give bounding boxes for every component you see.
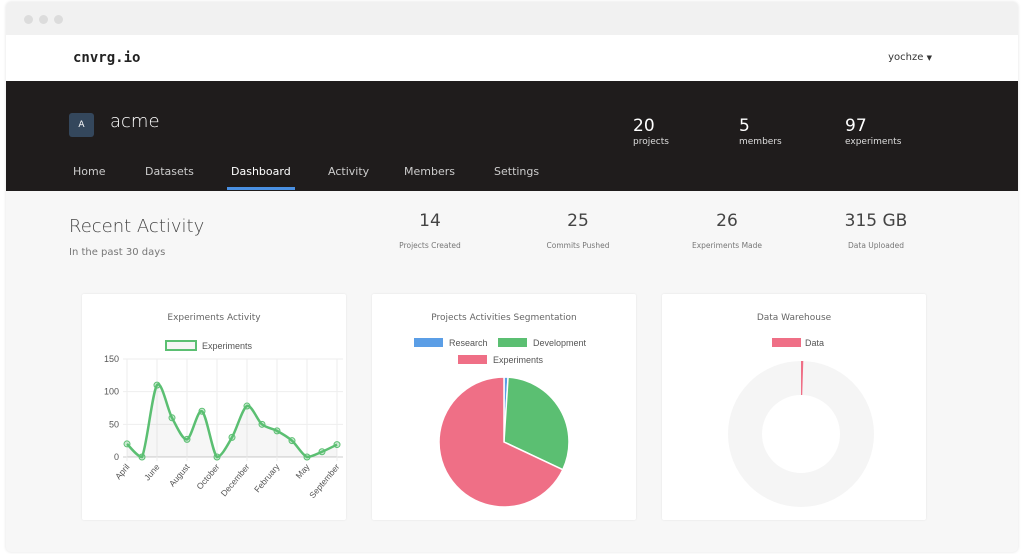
- y-tick-label: 100: [104, 387, 119, 397]
- data-point: [243, 402, 251, 410]
- stat-value: 25: [567, 211, 589, 231]
- doughnut-chart: Data: [728, 338, 874, 507]
- stat-label: projects: [633, 137, 669, 147]
- x-tick-label: October: [194, 462, 221, 492]
- title-bar: [6, 2, 1018, 35]
- legend-swatch: [498, 338, 527, 347]
- stat-label: experiments: [845, 137, 902, 147]
- window-maximize-button[interactable]: [54, 15, 63, 24]
- x-tick-label: April: [113, 462, 132, 482]
- user-menu[interactable]: yochze ▼: [888, 52, 932, 63]
- legend-label: Experiments: [202, 341, 253, 351]
- y-tick-label: 0: [114, 452, 119, 462]
- stat-value: 97: [845, 116, 867, 136]
- stat-experiments: 97 experiments: [845, 116, 901, 147]
- stat-label: Commits Pushed: [546, 241, 610, 250]
- legend-label: Experiments: [493, 355, 544, 365]
- x-tick-label: May: [294, 461, 312, 480]
- x-tick-label: August: [167, 461, 192, 488]
- legend-label: Data: [805, 338, 824, 348]
- browser-window: cnvrg.io yochze ▼ A acme 20 projects 5 mem…: [6, 2, 1018, 552]
- data-point: [198, 407, 206, 415]
- window-close-button[interactable]: [24, 15, 33, 24]
- caret-down-icon: ▼: [926, 54, 932, 62]
- data-point: [123, 440, 131, 448]
- data-point: [318, 448, 326, 456]
- legend-swatch: [458, 355, 487, 364]
- stat-label: Experiments Made: [691, 241, 763, 250]
- top-nav: cnvrg.io yochze ▼: [6, 35, 1018, 81]
- data-point: [273, 427, 281, 435]
- data-point: [183, 435, 191, 443]
- org-header: A acme 20 projects 5 members 97 experiments…: [6, 81, 1018, 191]
- stat-value: 26: [716, 211, 738, 231]
- window-minimize-button[interactable]: [39, 15, 48, 24]
- org-name: acme: [110, 111, 160, 132]
- data-point: [258, 420, 266, 428]
- legend-label: Development: [533, 338, 587, 348]
- logo[interactable]: cnvrg.io: [73, 50, 140, 66]
- tab-members[interactable]: Members: [404, 165, 455, 178]
- x-tick-label: December: [219, 462, 252, 499]
- data-point: [228, 433, 236, 441]
- tab-datasets[interactable]: Datasets: [145, 165, 194, 178]
- data-point: [213, 453, 221, 461]
- stat-label: members: [739, 137, 782, 147]
- stat-commits-pushed: 25 Commits Pushed: [518, 211, 638, 250]
- tab-dashboard[interactable]: Dashboard: [227, 165, 295, 190]
- tab-settings[interactable]: Settings: [494, 165, 539, 178]
- stat-label: Data Uploaded: [848, 241, 904, 250]
- stat-value: 20: [633, 116, 655, 136]
- area-fill: [127, 384, 337, 457]
- y-tick-label: 150: [104, 354, 119, 364]
- data-point: [303, 453, 311, 461]
- avatar: A: [69, 113, 94, 137]
- pie-chart: Research Development Experiments: [414, 338, 587, 508]
- x-tick-label: February: [252, 461, 282, 494]
- stat-members: 5 members: [739, 116, 782, 147]
- stat-projects-created: 14 Projects Created: [370, 211, 490, 250]
- stat-value: 315 GB: [844, 211, 908, 231]
- tab-home[interactable]: Home: [73, 165, 105, 178]
- stat-value: 14: [419, 211, 441, 231]
- stat-value: 5: [739, 116, 750, 136]
- data-point: [288, 437, 296, 445]
- experiments-activity-card: Experiments Activity Experiments 0 50 100 15…: [82, 294, 346, 520]
- data-point: [153, 381, 161, 389]
- data-warehouse-card: Data Warehouse Data: [662, 294, 926, 520]
- legend-swatch: [165, 340, 197, 351]
- recent-activity-title: Recent Activity: [69, 216, 205, 237]
- stat-data-uploaded: 315 GB Data Uploaded: [816, 211, 936, 250]
- stat-label: Projects Created: [399, 241, 461, 250]
- y-tick-label: 50: [109, 419, 119, 429]
- stat-experiments-made: 26 Experiments Made: [667, 211, 787, 250]
- username: yochze: [888, 52, 924, 63]
- segmentation-card: Projects Activities Segmentation Researc…: [372, 294, 636, 520]
- x-tick-label: June: [142, 462, 162, 483]
- recent-activity-subtitle: In the past 30 days: [69, 247, 166, 258]
- data-point: [168, 414, 176, 422]
- x-tick-label: September: [307, 462, 341, 500]
- line-chart: Experiments 0 50 100 150 April June August Octob…: [104, 340, 343, 500]
- tab-activity[interactable]: Activity: [328, 165, 369, 178]
- stat-projects: 20 projects: [633, 116, 669, 147]
- legend-label: Research: [449, 338, 488, 348]
- data-point: [138, 453, 146, 461]
- legend-swatch: [414, 338, 443, 347]
- data-point: [333, 441, 341, 449]
- legend-swatch: [772, 338, 801, 347]
